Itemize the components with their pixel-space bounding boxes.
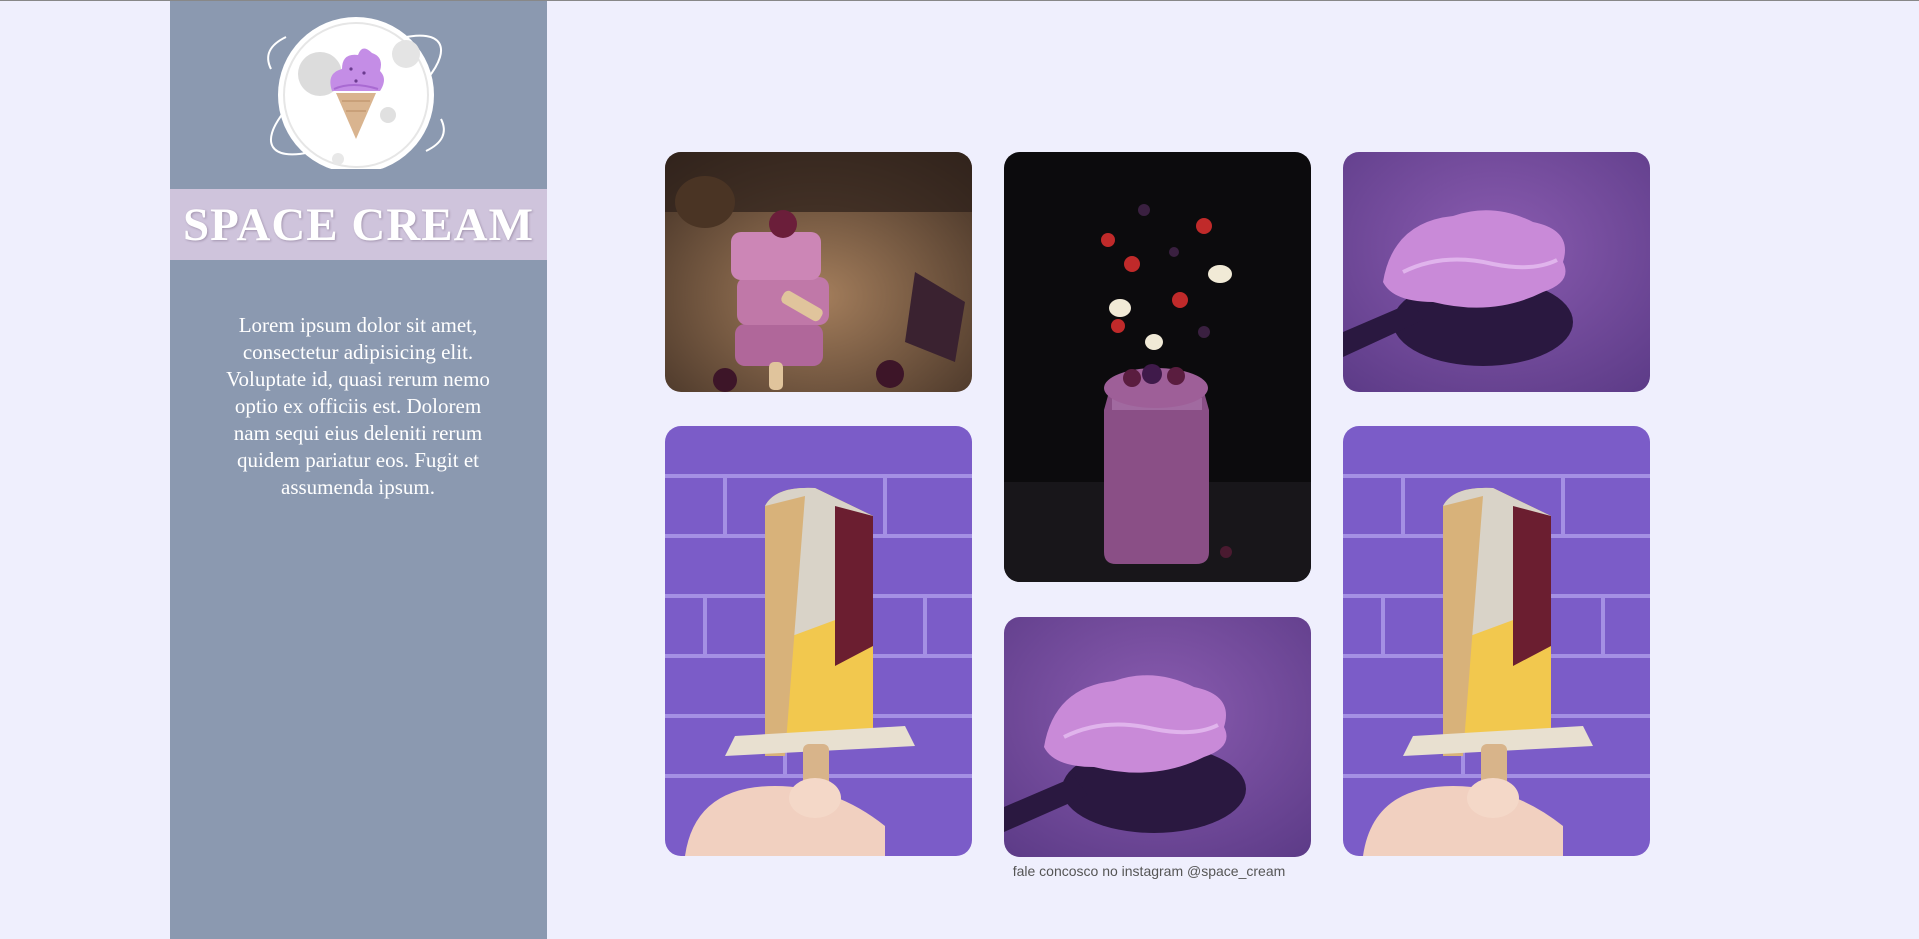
ice-cream-planet-logo[interactable] <box>256 9 456 173</box>
gallery-photo-nut-popsicle-2[interactable] <box>1343 426 1650 856</box>
gallery-photo-smoothie-jar[interactable] <box>1004 152 1311 582</box>
brand-title: SPACE CREAM <box>183 198 534 251</box>
sidebar-description: Lorem ipsum dolor sit amet, consectetur … <box>226 313 490 499</box>
instagram-note: fale concosco no instagram @space_cream <box>1012 863 1286 879</box>
gallery-photo-ice-cream-scoop-2[interactable] <box>1004 617 1311 857</box>
gallery-photo-ice-cream-scoop[interactable] <box>1343 152 1650 392</box>
gallery-photo-popsicle-stack[interactable] <box>665 152 972 392</box>
brand-band: SPACE CREAM <box>170 189 547 260</box>
gallery-photo-nut-popsicle[interactable] <box>665 426 972 856</box>
sidebar: SPACE CREAM Lorem ipsum dolor sit amet, … <box>170 1 547 939</box>
